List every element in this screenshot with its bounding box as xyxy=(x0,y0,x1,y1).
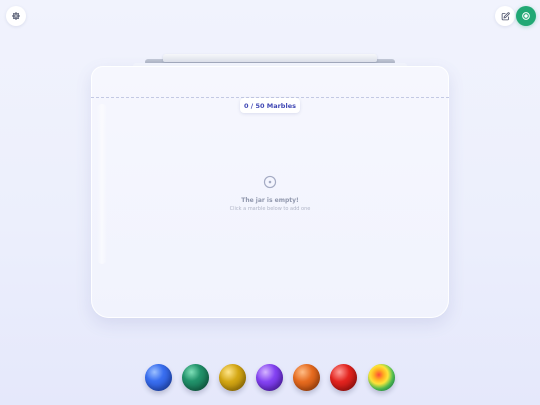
jar-lid xyxy=(163,54,377,62)
target-button[interactable] xyxy=(516,6,536,26)
jar-highlight xyxy=(97,104,107,264)
marble-yellow[interactable] xyxy=(219,364,246,391)
marble-counter-badge: 0 / 50 Marbles xyxy=(240,98,300,113)
edit-icon xyxy=(501,11,510,20)
marble-blue[interactable] xyxy=(145,364,172,391)
marble-green[interactable] xyxy=(182,364,209,391)
target-icon xyxy=(522,12,530,20)
edit-button[interactable] xyxy=(495,6,515,26)
empty-jar-title: The jar is empty! xyxy=(241,197,299,204)
marble-orange[interactable] xyxy=(293,364,320,391)
marble-jar: 0 / 50 Marbles The jar is empty! Click a… xyxy=(91,66,449,318)
gear-icon xyxy=(12,12,20,20)
empty-jar-subtitle: Click a marble below to add one xyxy=(229,206,311,212)
marble-red[interactable] xyxy=(330,364,357,391)
marble-rainbow[interactable] xyxy=(368,364,395,391)
circle-dot-icon xyxy=(263,175,277,189)
marble-purple[interactable] xyxy=(256,364,283,391)
settings-button[interactable] xyxy=(6,6,26,26)
